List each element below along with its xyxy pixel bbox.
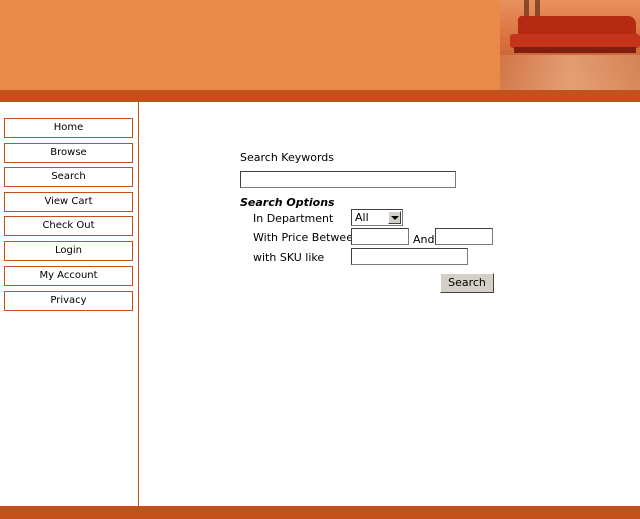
sku-input[interactable]: [351, 248, 468, 265]
price-min-input[interactable]: [351, 228, 409, 245]
department-select[interactable]: All: [351, 209, 403, 226]
search-submit-button[interactable]: Search: [440, 273, 494, 293]
nav-search-button[interactable]: Search: [4, 167, 133, 187]
site-footer: [0, 506, 640, 519]
sidebar-nav: Home Browse Search View Cart Check Out L…: [0, 102, 139, 506]
header-stripe: [0, 90, 640, 102]
department-label: In Department: [253, 212, 334, 225]
nav-login-button[interactable]: Login: [4, 241, 133, 261]
nav-privacy-button[interactable]: Privacy: [4, 291, 133, 311]
search-options-title: Search Options: [240, 196, 335, 209]
nav-view-cart-button[interactable]: View Cart: [4, 192, 133, 212]
site-header: [0, 0, 640, 90]
price-max-input[interactable]: [435, 228, 493, 245]
search-keywords-input[interactable]: [240, 171, 456, 188]
department-selected-value: All: [355, 211, 369, 224]
chevron-down-icon[interactable]: [388, 211, 401, 224]
sku-label: with SKU like: [253, 251, 325, 264]
price-and-label: And: [413, 233, 435, 246]
search-keywords-label: Search Keywords: [240, 151, 334, 164]
nav-home-button[interactable]: Home: [4, 118, 133, 138]
nav-browse-button[interactable]: Browse: [4, 143, 133, 163]
sofa-banner-image: [500, 0, 640, 90]
price-between-label: With Price Between: [253, 231, 360, 244]
nav-check-out-button[interactable]: Check Out: [4, 216, 133, 236]
nav-my-account-button[interactable]: My Account: [4, 266, 133, 286]
